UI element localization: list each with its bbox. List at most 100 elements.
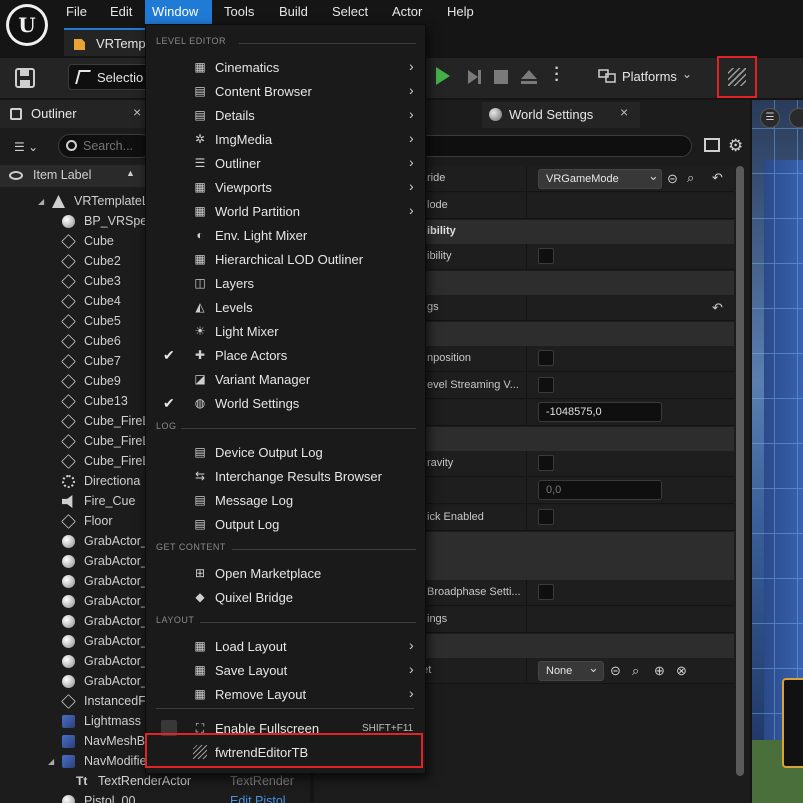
edit-link[interactable]: Edit Pistol [230, 794, 286, 803]
search-asset-icon[interactable]: ⌕ [632, 663, 639, 679]
sort-ascending-icon[interactable]: ▲ [126, 168, 135, 178]
menu-item-details[interactable]: ▤ Details › [147, 103, 426, 127]
outliner-search-field[interactable] [83, 138, 149, 154]
menu-item-save-layout[interactable]: ▦ Save Layout › [147, 658, 426, 682]
outliner-search-input[interactable] [58, 134, 153, 158]
outliner-row-label: Floor [84, 514, 113, 528]
menu-item-message-log[interactable]: ▤ Message Log [147, 488, 426, 512]
menu-item-hierarchical-lod-outliner[interactable]: ▦ Hierarchical LOD Outliner [147, 247, 426, 271]
sphere-icon [62, 795, 75, 803]
outliner-icon [10, 108, 22, 120]
menu-item-label: Variant Manager [215, 372, 311, 387]
play-icon[interactable] [436, 67, 450, 85]
reset-icon[interactable]: ↶ [712, 170, 723, 186]
property-checkbox[interactable] [538, 377, 554, 393]
menu-item-world-partition[interactable]: ▦ World Partition › [147, 199, 426, 223]
viewport-menu-icon[interactable]: ☰ [760, 108, 780, 128]
eject-icon[interactable] [520, 68, 538, 86]
world-settings-tab[interactable]: World Settings [482, 102, 640, 128]
stop-icon[interactable] [494, 70, 508, 84]
menu-item-world-settings[interactable]: ✔ ◍ World Settings [147, 391, 426, 415]
menu-item-output-log[interactable]: ▤ Output Log [147, 512, 426, 536]
menu-build[interactable]: Build [272, 0, 315, 24]
menu-item-outliner[interactable]: ☰ Outliner › [147, 151, 426, 175]
menu-select[interactable]: Select [325, 0, 375, 24]
menu-item-levels[interactable]: ◭ Levels [147, 295, 426, 319]
chevron-down-icon: ⌄ [648, 168, 659, 183]
menu-item-device-output-log[interactable]: ▤ Device Output Log [147, 440, 426, 464]
save-icon[interactable] [14, 68, 36, 88]
numeric-value-field[interactable]: 0,0 [538, 480, 662, 500]
menu-item-variant-manager[interactable]: ◪ Variant Manager [147, 367, 426, 391]
browse-icon[interactable]: ⊝ [610, 663, 621, 679]
column-divider [526, 505, 527, 531]
platforms-button[interactable]: Platforms ⌄ [596, 64, 700, 90]
menu-item-interchange-results-browser[interactable]: ⇆ Interchange Results Browser [147, 464, 426, 488]
close-icon[interactable]: × [133, 104, 141, 120]
world-settings-icon: ◍ [194, 396, 206, 410]
viewport-view-icon[interactable] [789, 108, 803, 128]
checkmark-icon: ✔ [163, 347, 175, 363]
level-icon [52, 195, 65, 208]
outliner-row-label: Cube4 [84, 294, 121, 308]
details-search-input[interactable] [410, 135, 692, 157]
property-checkbox[interactable] [538, 455, 554, 471]
expand-arrow-icon[interactable]: ◢ [48, 757, 54, 766]
outliner-row[interactable]: Tt TextRenderActor TextRender [0, 771, 310, 791]
close-icon[interactable]: × [620, 104, 628, 120]
fwtrend-toolbar-button[interactable] [717, 56, 757, 98]
gear-icon[interactable]: ⚙ [728, 136, 743, 156]
reset-icon[interactable]: ↶ [712, 300, 723, 316]
menu-actor[interactable]: Actor [385, 0, 429, 24]
cube-icon [61, 314, 76, 329]
property-checkbox[interactable] [538, 248, 554, 264]
menu-item-open-marketplace[interactable]: ⊞ Open Marketplace [147, 561, 426, 585]
outliner-tab[interactable]: Outliner [0, 100, 150, 128]
property-checkbox[interactable] [538, 584, 554, 600]
submenu-arrow-icon: › [409, 661, 414, 677]
cursor-icon [75, 70, 91, 84]
level-tab[interactable]: VRTemp [64, 28, 154, 56]
menu-item-env-light-mixer[interactable]: ◐ Env. Light Mixer [147, 223, 426, 247]
add-icon[interactable]: ⊕ [654, 663, 665, 679]
menu-file[interactable]: File [59, 0, 94, 24]
output-log-icon: ▤ [194, 517, 206, 531]
variant-manager-icon: ◪ [194, 372, 206, 386]
advance-frame-icon[interactable] [466, 69, 482, 85]
menu-edit[interactable]: Edit [103, 0, 139, 24]
search-asset-icon[interactable]: ⌕ [687, 170, 694, 186]
filter-icon[interactable]: ☰ ⌄ [14, 140, 48, 154]
menu-item-remove-layout[interactable]: ▦ Remove Layout › [147, 682, 426, 706]
menu-item-cinematics[interactable]: ▦ Cinematics › [147, 55, 426, 79]
visibility-eye-icon[interactable] [9, 171, 23, 180]
sphere-icon [62, 595, 75, 608]
details-scrollbar[interactable] [736, 166, 744, 776]
more-options-icon[interactable]: · · · [552, 61, 562, 89]
menu-item-layers[interactable]: ◫ Layers [147, 271, 426, 295]
property-checkbox[interactable] [538, 509, 554, 525]
menu-window[interactable]: Window [145, 0, 212, 24]
menu-item-content-browser[interactable]: ▤ Content Browser › [147, 79, 426, 103]
expand-arrow-icon[interactable]: ◢ [38, 197, 44, 206]
browse-icon[interactable]: ⊝ [667, 171, 678, 187]
submenu-arrow-icon: › [409, 154, 414, 170]
outliner-row[interactable]: Pistol_00 Edit Pistol [0, 791, 310, 803]
property-matrix-icon[interactable] [704, 138, 720, 152]
cube-icon [61, 394, 76, 409]
category-label: ibility [427, 225, 456, 237]
menu-item-quixel-bridge[interactable]: ◆ Quixel Bridge [147, 585, 426, 609]
numeric-value-field[interactable]: -1048575,0 [538, 402, 662, 422]
clear-icon[interactable]: ⊗ [676, 663, 687, 679]
item-label-column[interactable]: Item Label [33, 168, 91, 182]
menu-help[interactable]: Help [440, 0, 481, 24]
level-viewport[interactable] [752, 100, 803, 803]
menu-item-place-actors[interactable]: ✔ ✚ Place Actors [147, 343, 426, 367]
property-checkbox[interactable] [538, 350, 554, 366]
game-mode-dropdown[interactable]: VRGameMode [538, 169, 662, 189]
menu-item-viewports[interactable]: ▦ Viewports › [147, 175, 426, 199]
menu-item-imgmedia[interactable]: ✲ ImgMedia › [147, 127, 426, 151]
menu-item-light-mixer[interactable]: ☀ Light Mixer [147, 319, 426, 343]
menu-item-load-layout[interactable]: ▦ Load Layout › [147, 634, 426, 658]
unreal-logo-icon[interactable]: U [6, 4, 48, 46]
menu-tools[interactable]: Tools [217, 0, 261, 24]
